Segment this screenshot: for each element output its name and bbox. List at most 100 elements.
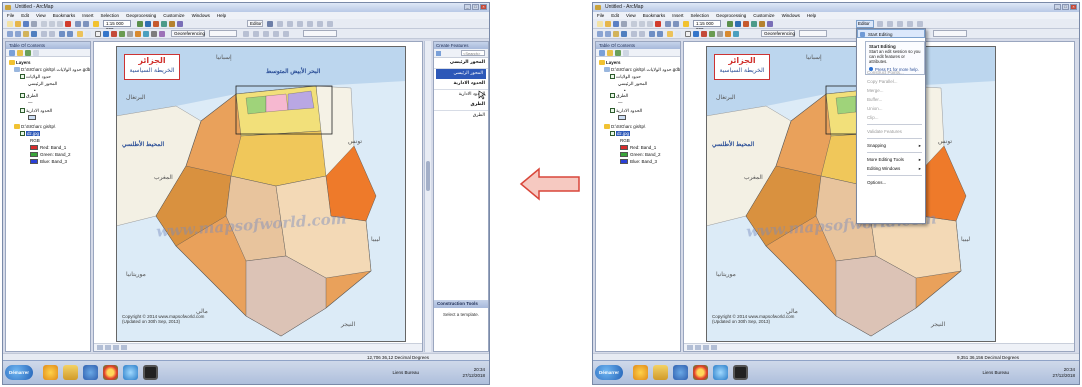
layer-dropdown[interactable] (209, 30, 237, 37)
full-extent-icon[interactable] (621, 31, 627, 37)
add-data-icon[interactable] (683, 21, 689, 27)
arctoolbox-icon[interactable] (759, 21, 765, 27)
print-icon[interactable] (31, 21, 37, 27)
cut-icon[interactable] (41, 21, 47, 27)
raster-dropdown[interactable] (303, 30, 337, 37)
layer-secondary[interactable]: الطرق (596, 92, 680, 99)
pause-icon[interactable] (711, 345, 717, 350)
raster-dropdown[interactable] (933, 30, 967, 37)
raster-layer[interactable]: dz.jpg (596, 130, 680, 137)
menu-item-options[interactable]: Options... (857, 178, 925, 187)
gdb-node[interactable]: D:\SIG\arc gis\tp\ حدود الولايات.gdb (6, 66, 90, 73)
map-view[interactable]: الجزائر الخريطة السياسية البحر الأبيض ال… (93, 41, 423, 352)
menu-item-snapping[interactable]: Snapping ▸ (857, 141, 925, 150)
layout-view-icon[interactable] (105, 345, 111, 350)
new-icon[interactable] (7, 21, 13, 27)
find-icon[interactable] (135, 31, 141, 37)
list-by-source-icon[interactable] (607, 50, 613, 56)
menu-file[interactable]: File (597, 12, 604, 19)
zoom-out-icon[interactable] (15, 31, 21, 37)
paste-icon[interactable] (647, 21, 653, 27)
scale-input[interactable]: 1:15 000 000 (103, 20, 131, 32)
menu-item-merge[interactable]: Merge... (857, 86, 925, 95)
arc-icon[interactable] (297, 21, 303, 27)
menu-bookmarks[interactable]: Bookmarks (53, 12, 76, 19)
menu-geoprocessing[interactable]: Geoprocessing (126, 12, 156, 19)
line-icon[interactable] (877, 21, 883, 27)
minimize-button[interactable]: _ (464, 4, 471, 10)
cut-polygons-icon[interactable] (253, 31, 259, 37)
sketch-icon[interactable] (277, 21, 283, 27)
menu-item-construct-points[interactable]: Construct Points... (857, 68, 925, 77)
point-icon[interactable] (907, 21, 913, 27)
pan-icon[interactable] (23, 31, 29, 37)
list-by-selection-icon[interactable] (33, 50, 39, 56)
list-by-selection-icon[interactable] (623, 50, 629, 56)
hyperlink-icon[interactable] (111, 31, 117, 37)
template-item[interactable]: المحور الرئيسي (436, 69, 486, 79)
close-button[interactable]: × (480, 4, 487, 10)
layer-admin[interactable]: الحدود الادارية (596, 107, 680, 114)
arc-icon[interactable] (887, 21, 893, 27)
start-button[interactable]: Démarrer (595, 365, 623, 380)
search-icon[interactable] (751, 21, 757, 27)
chrome-icon[interactable] (693, 365, 708, 380)
menu-customize[interactable]: Customize (753, 12, 774, 19)
menu-help[interactable]: Help (217, 12, 226, 19)
zoom-in-icon[interactable] (7, 31, 13, 37)
map-scrollbar[interactable] (424, 41, 431, 352)
cut-icon[interactable] (631, 21, 637, 27)
layer-checkbox[interactable] (20, 93, 25, 99)
identify-icon[interactable] (103, 31, 109, 37)
media-icon[interactable] (83, 365, 98, 380)
back-icon[interactable] (59, 31, 65, 37)
chrome-icon[interactable] (103, 365, 118, 380)
camera-icon[interactable] (733, 365, 748, 380)
menu-edit[interactable]: Edit (611, 12, 619, 19)
editor-toolbar-icon[interactable] (727, 21, 733, 27)
menu-item-clip[interactable]: Clip... (857, 113, 925, 122)
python-icon[interactable] (767, 21, 773, 27)
find-route-icon[interactable] (733, 31, 739, 37)
layer-admin[interactable]: الحدود الادارية (6, 107, 90, 114)
menu-view[interactable]: View (626, 12, 636, 19)
measure-icon[interactable] (717, 31, 723, 37)
zoom-in-icon[interactable] (597, 31, 603, 37)
menu-item-more-editing-tools[interactable]: More Editing Tools ▸ (857, 155, 925, 164)
clear-selection-icon[interactable] (675, 31, 681, 37)
select-features-icon[interactable] (77, 31, 83, 37)
fixed-zoom-in-icon[interactable] (631, 31, 637, 37)
layout-view-icon[interactable] (695, 345, 701, 350)
select-elements-icon[interactable] (95, 31, 101, 37)
menu-edit[interactable]: Edit (21, 12, 29, 19)
add-data-icon[interactable] (93, 21, 99, 27)
trace-icon[interactable] (897, 21, 903, 27)
menu-bookmarks[interactable]: Bookmarks (643, 12, 666, 19)
search-icon[interactable] (161, 21, 167, 27)
layer-checkbox[interactable] (610, 93, 615, 99)
pan-icon[interactable] (613, 31, 619, 37)
forward-icon[interactable] (657, 31, 663, 37)
raster-folder[interactable]: D:\SIG\arc gis\tp\ (596, 123, 680, 130)
layer-dropdown[interactable] (799, 30, 827, 37)
back-icon[interactable] (649, 31, 655, 37)
layer-checkbox[interactable] (20, 108, 25, 114)
menu-item-union[interactable]: Union... (857, 104, 925, 113)
georeferencing-dropdown[interactable]: Georeferencing (761, 30, 795, 37)
toc-icon[interactable] (145, 21, 151, 27)
identify-icon[interactable] (693, 31, 699, 37)
menu-selection[interactable]: Selection (101, 12, 120, 19)
media-icon[interactable] (673, 365, 688, 380)
layers-root[interactable]: Layers (596, 59, 680, 66)
undo-icon[interactable] (75, 21, 81, 27)
menu-item-buffer[interactable]: Buffer... (857, 95, 925, 104)
camera-icon[interactable] (143, 365, 158, 380)
hyperlink-icon[interactable] (701, 31, 707, 37)
explorer-icon[interactable] (633, 365, 648, 380)
toc-icon[interactable] (735, 21, 741, 27)
close-button[interactable]: × (1070, 4, 1077, 10)
paste-icon[interactable] (57, 21, 63, 27)
layer-secondary[interactable]: الطرق (6, 92, 90, 99)
go-to-xy-icon[interactable] (151, 31, 157, 37)
python-icon[interactable] (177, 21, 183, 27)
